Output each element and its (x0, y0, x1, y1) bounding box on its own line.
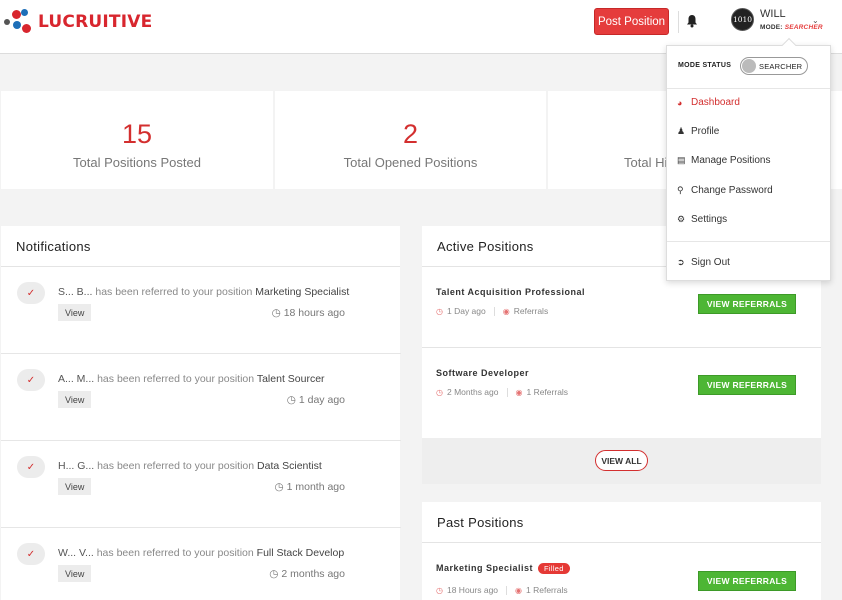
stat-value: 15 (121, 119, 153, 149)
timestamp: ◷ 2 months ago (269, 568, 345, 580)
view-button[interactable]: View (58, 304, 92, 321)
divider (667, 88, 830, 89)
view-all-button[interactable]: VIEW ALL (595, 450, 648, 471)
header-divider (678, 11, 679, 33)
logo-text: LUCRUITIVE (38, 12, 153, 32)
clock-icon: ◷ (286, 394, 296, 406)
card-title: Notifications (16, 239, 91, 254)
eye-icon: ◉ (515, 585, 523, 595)
dashboard-icon: ◕ (677, 97, 683, 108)
stat-card-opened: 2 Total Opened Positions (275, 91, 546, 189)
check-icon: ✓ (17, 282, 45, 304)
card-title: Active Positions (437, 239, 534, 254)
toggle-label: SEARCHER (759, 62, 803, 71)
mode-toggle[interactable]: SEARCHER (740, 57, 808, 75)
clock-icon: ◷ (271, 307, 281, 319)
clock-icon: ◷ (436, 585, 443, 595)
toggle-knob[interactable] (742, 59, 756, 73)
check-icon: ✓ (17, 456, 45, 478)
position-meta: ◷ 2 Months ago ◉ 1 Referrals (436, 387, 569, 397)
view-all-bar: VIEW ALL (422, 438, 821, 484)
clock-icon: ◷ (274, 481, 284, 493)
timestamp: ◷ 18 hours ago (271, 307, 345, 319)
key-icon: ⚲ (677, 185, 684, 195)
chevron-down-icon[interactable]: ⌄ (812, 16, 819, 25)
briefcase-icon: ▤ (677, 155, 686, 165)
timestamp: ◷ 1 month ago (274, 481, 345, 493)
view-button[interactable]: View (58, 478, 92, 495)
position-meta: ◷ 18 Hours ago ◉ 1 Referrals (436, 585, 568, 595)
post-position-button[interactable]: Post Position (594, 8, 669, 35)
user-mode-value: SEARCHER (784, 24, 823, 31)
menu-item-profile[interactable]: ♟ Profile (677, 126, 719, 137)
position-title[interactable]: Software Developer (436, 368, 529, 378)
user-name[interactable]: WILL (760, 8, 786, 20)
view-referrals-button[interactable]: VIEW REFERRALS (698, 375, 796, 395)
list-item: ✓ S... B... has been referred to your po… (1, 267, 401, 354)
stat-label: Total Positions Posted (73, 155, 201, 170)
avatar[interactable]: 1010 (731, 8, 754, 31)
check-icon: ✓ (17, 369, 45, 391)
position-title[interactable]: Talent Acquisition Professional (436, 287, 585, 297)
timestamp: ◷ 1 day ago (286, 394, 345, 406)
position-row: Software Developer ◷ 2 Months ago ◉ 1 Re… (422, 348, 821, 438)
user-dropdown-menu: MODE STATUS SEARCHER ◕ Dashboard ♟ Profile… (666, 37, 831, 281)
sign-out-icon: ➲ (677, 257, 685, 267)
view-button[interactable]: View (58, 391, 92, 408)
stat-label: Total Opened Positions (343, 155, 478, 170)
notifications-card: Notifications ✓ S... B... has been refer… (1, 226, 401, 600)
gear-icon: ⚙ (677, 214, 686, 224)
notification-text: H... G... has been referred to your posi… (58, 460, 322, 472)
user-icon: ♟ (677, 126, 686, 136)
view-button[interactable]: View (58, 565, 92, 582)
logo-mark-icon (4, 7, 36, 37)
menu-item-change-password[interactable]: ⚲ Change Password (677, 185, 773, 196)
position-title[interactable]: Marketing Specialist Filled (436, 563, 570, 574)
menu-item-settings[interactable]: ⚙ Settings (677, 214, 727, 225)
check-icon: ✓ (17, 543, 45, 565)
bell-icon[interactable] (686, 14, 698, 28)
clock-icon: ◷ (436, 306, 443, 316)
notification-text: W... V... has been referred to your posi… (58, 547, 345, 559)
menu-item-sign-out[interactable]: ➲ Sign Out (677, 257, 730, 268)
view-referrals-button[interactable]: VIEW REFERRALS (698, 294, 796, 314)
notification-text: S... B... has been referred to your posi… (58, 286, 350, 298)
clock-icon: ◷ (269, 568, 279, 580)
list-item: ✓ H... G... has been referred to your po… (1, 441, 401, 528)
position-row: Marketing Specialist Filled ◷ 18 Hours ag… (422, 543, 821, 600)
view-referrals-button[interactable]: VIEW REFERRALS (698, 571, 796, 591)
eye-icon: ◉ (515, 387, 523, 397)
filled-badge: Filled (538, 563, 570, 574)
divider (667, 241, 830, 242)
list-item: ✓ A... M... has been referred to your po… (1, 354, 401, 441)
eye-icon: ◉ (502, 306, 510, 316)
notification-text: A... M... has been referred to your posi… (58, 373, 325, 385)
past-positions-card: Past Positions Marketing Specialist Fille… (422, 502, 821, 600)
stat-value: 2 (402, 119, 419, 149)
list-item: ✓ W... V... has been referred to your po… (1, 528, 401, 600)
clock-icon: ◷ (436, 387, 443, 397)
card-title: Past Positions (437, 515, 524, 530)
user-mode: MODE: SEARCHER (760, 24, 823, 31)
menu-item-dashboard[interactable]: ◕ Dashboard (677, 97, 740, 108)
menu-item-manage-positions[interactable]: ▤ Manage Positions (677, 155, 771, 166)
logo[interactable]: LUCRUITIVE (4, 7, 152, 37)
stat-card-posted: 15 Total Positions Posted (1, 91, 273, 189)
position-meta: ◷ 1 Day ago ◉ Referrals (436, 306, 549, 316)
mode-status-label: MODE STATUS (678, 62, 732, 69)
